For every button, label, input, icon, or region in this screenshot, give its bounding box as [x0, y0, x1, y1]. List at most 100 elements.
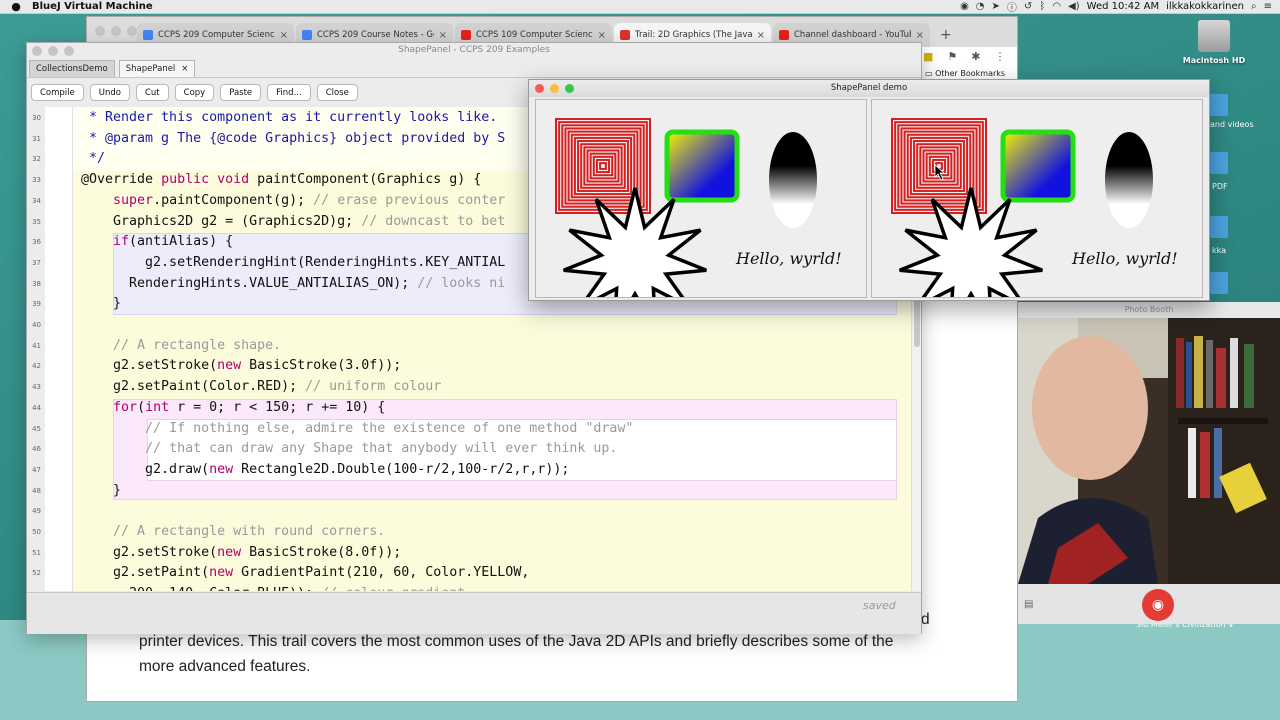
- close-icon[interactable]: ×: [757, 30, 765, 41]
- volume-icon[interactable]: ◀): [1068, 1, 1080, 12]
- code-line[interactable]: 45 // If nothing else, admire the existe…: [27, 419, 913, 440]
- code-text: */: [81, 151, 106, 167]
- apple-menu-icon[interactable]: ●: [0, 0, 32, 13]
- extension-icon[interactable]: ⚑: [947, 50, 957, 63]
- code-line[interactable]: 44 for(int r = 0; r < 150; r += 10) {: [27, 398, 913, 419]
- code-line[interactable]: 53 200, 140, Color.BLUE)); // colour gra…: [27, 584, 913, 591]
- menu-clock[interactable]: Wed 10:42 AM: [1087, 1, 1159, 12]
- time-machine-icon[interactable]: ↺: [1024, 1, 1032, 12]
- line-number: 39: [32, 300, 41, 309]
- folder-icon[interactable]: [1210, 94, 1228, 116]
- menu-bar: ● BlueJ Virtual Machine ◉ ◔ ➤ ⓘ ↺ ᛒ ◠ ◀)…: [0, 0, 1280, 14]
- close-icon[interactable]: ×: [280, 30, 288, 41]
- minimize-dot-icon[interactable]: [48, 46, 58, 56]
- undo-button[interactable]: Undo: [89, 84, 130, 101]
- shape-panel-right[interactable]: Hello, wyrld!: [871, 99, 1203, 298]
- cut-button[interactable]: Cut: [135, 84, 169, 101]
- extension-icon[interactable]: ■: [923, 50, 933, 63]
- shape-panel-left[interactable]: Hello, wyrld!: [535, 99, 867, 298]
- find-button[interactable]: Find...: [267, 84, 311, 101]
- bookmarks-label: Other Bookmarks: [935, 69, 1006, 78]
- line-number: 40: [32, 321, 41, 329]
- page-paragraph-line: more advanced features.: [139, 658, 311, 675]
- oracle-favicon-icon: [620, 30, 630, 40]
- gradient-ellipse: [1105, 132, 1153, 228]
- bluetooth-icon[interactable]: ᛒ: [1039, 1, 1045, 12]
- code-line[interactable]: 41 // A rectangle shape.: [27, 336, 913, 357]
- compile-button[interactable]: Compile: [31, 84, 84, 101]
- code-line[interactable]: 50 // A rectangle with round corners.: [27, 522, 913, 543]
- copy-button[interactable]: Copy: [174, 84, 215, 101]
- page-text-fragment: d: [921, 611, 930, 628]
- close-dot-icon[interactable]: [95, 26, 105, 36]
- shape-canvas: [555, 118, 817, 297]
- code-line[interactable]: 48 }: [27, 481, 913, 502]
- folder-icon[interactable]: [1210, 216, 1228, 238]
- line-number: 34: [32, 196, 41, 205]
- code-line[interactable]: 47 g2.draw(new Rectangle2D.Double(100-r/…: [27, 460, 913, 481]
- line-number: 48: [32, 486, 41, 495]
- browser-tab-label: Channel dashboard - YouTube: [794, 30, 911, 40]
- close-icon[interactable]: ×: [598, 30, 606, 41]
- line-number: 51: [32, 548, 41, 557]
- close-icon[interactable]: ×: [916, 30, 924, 41]
- code-line[interactable]: 43 g2.setPaint(Color.RED); // uniform co…: [27, 377, 913, 398]
- zoom-dot-icon[interactable]: [127, 26, 137, 36]
- code-line[interactable]: 52 g2.setPaint(new GradientPaint(210, 60…: [27, 563, 913, 584]
- photobooth-window: Photo Booth ▤ ◉: [1018, 302, 1280, 624]
- close-button[interactable]: Close: [316, 84, 358, 101]
- view-toggle-icon[interactable]: ▤: [1024, 599, 1033, 610]
- nested-square: [586, 149, 620, 183]
- tab-label: CollectionsDemo: [36, 64, 108, 74]
- code-text: * Render this component as it currently …: [81, 110, 498, 125]
- code-text: // If nothing else, admire the existence…: [145, 420, 634, 436]
- hello-text: Hello, wyrld!: [736, 249, 842, 268]
- wifi-icon[interactable]: ◠: [1052, 1, 1061, 12]
- code-line[interactable]: 40: [27, 315, 913, 336]
- gradient-rounded-rect: [1000, 129, 1076, 203]
- notification-center-icon[interactable]: ≡: [1264, 1, 1272, 12]
- menu-icon[interactable]: ⋮: [995, 50, 1006, 63]
- camera-icon[interactable]: ◉: [1142, 589, 1174, 621]
- minimize-dot-icon[interactable]: [550, 84, 559, 93]
- zoom-dot-icon[interactable]: [565, 84, 574, 93]
- arrow-icon[interactable]: ➤: [992, 1, 1000, 12]
- minimize-dot-icon[interactable]: [111, 26, 121, 36]
- docs-favicon-icon: [143, 30, 153, 40]
- line-number: 36: [32, 238, 41, 247]
- new-tab-button[interactable]: +: [932, 27, 960, 47]
- code-line[interactable]: 42 g2.setStroke(new BasicStroke(3.0f));: [27, 356, 913, 377]
- code-line[interactable]: 51 g2.setStroke(new BasicStroke(8.0f));: [27, 543, 913, 564]
- settings-icon[interactable]: ✱: [971, 50, 980, 63]
- tab-collectionsdemo[interactable]: CollectionsDemo: [29, 60, 115, 77]
- code-text: }: [81, 482, 122, 498]
- window-controls: [32, 46, 74, 56]
- folder-icon[interactable]: [1210, 272, 1228, 294]
- menu-user[interactable]: ilkkakokkarinen: [1166, 1, 1244, 12]
- line-number: 44: [32, 403, 41, 412]
- youtube-favicon-icon: [461, 30, 471, 40]
- record-icon[interactable]: ◉: [960, 1, 969, 12]
- spotlight-search-icon[interactable]: ⌕: [1251, 1, 1257, 12]
- line-number: 30: [32, 114, 41, 122]
- app-menu-name[interactable]: BlueJ Virtual Machine: [32, 1, 153, 12]
- other-bookmarks[interactable]: ▭ Other Bookmarks: [925, 69, 1015, 78]
- editor-status-bar: saved: [27, 592, 921, 634]
- tab-shapepanel[interactable]: ShapePanel ×: [118, 60, 196, 77]
- code-line[interactable]: 49: [27, 501, 913, 522]
- desktop-label-kka: kka: [1212, 246, 1227, 255]
- paste-button[interactable]: Paste: [220, 84, 262, 101]
- timer-icon[interactable]: ◔: [976, 1, 985, 12]
- zoom-dot-icon[interactable]: [64, 46, 74, 56]
- close-dot-icon[interactable]: [535, 84, 544, 93]
- close-icon[interactable]: ×: [439, 30, 447, 41]
- close-dot-icon[interactable]: [32, 46, 42, 56]
- browser-tab-label: CCPS 209 Computer Science I: [158, 30, 275, 40]
- window-controls: [95, 26, 137, 36]
- accessibility-icon[interactable]: ⓘ: [1007, 0, 1017, 14]
- folder-icon[interactable]: [1210, 152, 1228, 174]
- status-menu-area: ◉ ◔ ➤ ⓘ ↺ ᛒ ◠ ◀) Wed 10:42 AM ilkkakokka…: [960, 0, 1280, 14]
- code-line[interactable]: 46 // that can draw any Shape that anybo…: [27, 439, 913, 460]
- hard-drive-icon[interactable]: [1198, 20, 1230, 52]
- close-icon[interactable]: ×: [181, 64, 188, 74]
